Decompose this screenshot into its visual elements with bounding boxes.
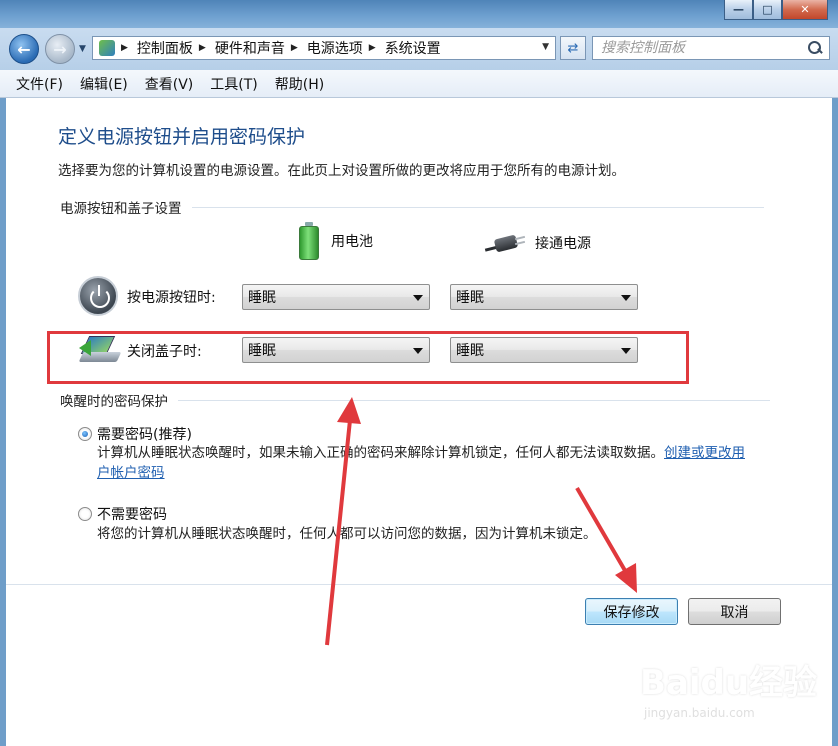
power-button-plugged-select[interactable]: 睡眠 bbox=[450, 284, 638, 310]
chevron-down-icon bbox=[413, 295, 423, 301]
require-password-label[interactable]: 需要密码(推荐) bbox=[97, 424, 192, 444]
divider bbox=[178, 399, 770, 401]
window-titlebar: — □ ✕ bbox=[0, 0, 838, 28]
search-icon[interactable] bbox=[807, 40, 823, 56]
plug-icon bbox=[484, 232, 527, 254]
section-title: 唤醒时的密码保护 bbox=[60, 394, 168, 410]
wake-password-section-header: 唤醒时的密码保护 bbox=[60, 390, 770, 410]
window-controls: — □ ✕ bbox=[724, 0, 828, 20]
watermark-url: jingyan.baidu.com bbox=[644, 706, 755, 720]
no-password-description: 将您的计算机从睡眠状态唤醒时，任何人都可以访问您的数据，因为计算机未锁定。 bbox=[97, 526, 597, 542]
description-text: 计算机从睡眠状态唤醒时，如果未输入正确的密码来解除计算机锁定，任何人都无法读取数… bbox=[97, 445, 664, 461]
chevron-right-icon[interactable]: ▶ bbox=[291, 43, 298, 53]
save-button[interactable]: 保存修改 bbox=[585, 598, 678, 625]
menu-view[interactable]: 查看(V) bbox=[145, 74, 194, 94]
power-button-battery-select[interactable]: 睡眠 bbox=[242, 284, 430, 310]
column-header-plugged: 接通电源 bbox=[484, 232, 591, 254]
breadcrumb: 控制面板 ▶ 硬件和声音 ▶ 电源选项 ▶ 系统设置 bbox=[137, 38, 441, 58]
breadcrumb-item[interactable]: 系统设置 bbox=[385, 38, 441, 58]
close-button[interactable]: ✕ bbox=[782, 0, 828, 20]
minimize-button[interactable]: — bbox=[724, 0, 753, 20]
menu-file[interactable]: 文件(F) bbox=[16, 74, 63, 94]
search-box bbox=[592, 36, 830, 60]
section-title: 电源按钮和盖子设置 bbox=[60, 201, 182, 217]
forward-arrow-icon[interactable]: → bbox=[45, 34, 75, 64]
recent-pages-dropdown[interactable]: ▼ bbox=[79, 44, 86, 54]
content-pane: 定义电源按钮并启用密码保护 选择要为您的计算机设置的电源设置。在此页上对设置所做… bbox=[6, 98, 832, 746]
annotation-highlight-box bbox=[47, 331, 689, 384]
chevron-down-icon[interactable]: ▼ bbox=[542, 42, 549, 52]
breadcrumb-item[interactable]: 电源选项 bbox=[307, 38, 363, 58]
chevron-right-icon[interactable]: ▶ bbox=[369, 43, 376, 53]
menu-help[interactable]: 帮助(H) bbox=[275, 74, 324, 94]
watermark-logo: Baidu经验 bbox=[640, 663, 818, 703]
page-description: 选择要为您的计算机设置的电源设置。在此页上对设置所做的更改将应用于您所有的电源计… bbox=[58, 163, 625, 179]
menu-edit[interactable]: 编辑(E) bbox=[80, 74, 128, 94]
page-title: 定义电源按钮并启用密码保护 bbox=[58, 126, 306, 148]
column-label: 用电池 bbox=[331, 234, 373, 250]
column-label: 接通电源 bbox=[535, 236, 591, 252]
breadcrumb-item[interactable]: 控制面板 bbox=[137, 38, 193, 58]
chevron-down-icon bbox=[621, 295, 631, 301]
maximize-button[interactable]: □ bbox=[753, 0, 782, 20]
battery-icon bbox=[299, 222, 319, 260]
require-password-description: 计算机从睡眠状态唤醒时，如果未输入正确的密码来解除计算机锁定，任何人都无法读取数… bbox=[97, 443, 757, 483]
navigation-bar: ← → ▼ ▶ 控制面板 ▶ 硬件和声音 ▶ 电源选项 ▶ 系统设置 ▼ ⇄ bbox=[0, 28, 838, 70]
control-panel-icon bbox=[99, 40, 115, 56]
footer-divider bbox=[6, 584, 832, 585]
watermark: Baidu经验 jingyan.baidu.com bbox=[640, 655, 820, 735]
back-arrow-icon[interactable]: ← bbox=[9, 34, 39, 64]
no-password-radio[interactable] bbox=[78, 507, 92, 521]
power-button-icon bbox=[78, 276, 118, 316]
no-password-label[interactable]: 不需要密码 bbox=[97, 504, 167, 524]
select-value: 睡眠 bbox=[456, 290, 484, 306]
divider bbox=[191, 206, 764, 208]
chevron-right-icon[interactable]: ▶ bbox=[121, 43, 128, 53]
menu-bar: 文件(F) 编辑(E) 查看(V) 工具(T) 帮助(H) bbox=[0, 70, 838, 98]
power-button-section-header: 电源按钮和盖子设置 bbox=[60, 197, 764, 217]
cancel-button[interactable]: 取消 bbox=[688, 598, 781, 625]
power-button-label: 按电源按钮时: bbox=[127, 290, 216, 306]
column-header-battery: 用电池 bbox=[299, 222, 373, 260]
address-bar[interactable]: ▶ 控制面板 ▶ 硬件和声音 ▶ 电源选项 ▶ 系统设置 ▼ bbox=[92, 36, 556, 60]
refresh-icon[interactable]: ⇄ bbox=[560, 36, 586, 60]
select-value: 睡眠 bbox=[248, 290, 276, 306]
breadcrumb-item[interactable]: 硬件和声音 bbox=[215, 38, 285, 58]
search-input[interactable] bbox=[601, 40, 801, 56]
chevron-right-icon[interactable]: ▶ bbox=[199, 43, 206, 53]
require-password-radio[interactable] bbox=[78, 427, 92, 441]
menu-tools[interactable]: 工具(T) bbox=[210, 74, 257, 94]
